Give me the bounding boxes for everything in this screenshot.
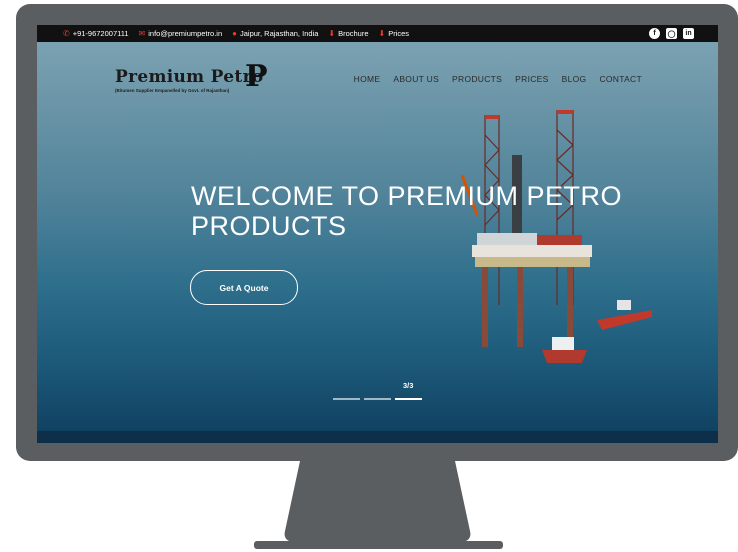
nav-prices[interactable]: PRICES	[515, 74, 548, 84]
map-pin-icon: ●	[232, 29, 237, 38]
email-address: info@premiumpetro.in	[148, 29, 223, 38]
slider-indicators	[333, 398, 422, 400]
brochure-label: Brochure	[338, 29, 369, 38]
get-a-quote-button[interactable]: Get A Quote	[190, 270, 298, 305]
prices-label: Prices	[388, 29, 410, 38]
location-text: Jaipur, Rajasthan, India	[239, 29, 319, 38]
monitor-base	[254, 541, 503, 549]
slide-indicator-1[interactable]	[333, 398, 360, 400]
hero-headline: WELCOME TO PREMIUM PETRO PRODUCTS	[191, 181, 623, 241]
location-info: ● Jaipur, Rajasthan, India	[232, 29, 318, 38]
monitor-stand	[284, 461, 471, 543]
phone-icon: ✆	[63, 29, 70, 38]
site-logo[interactable]: Premium Petro (Bitumen Supplier Empanell…	[115, 59, 268, 94]
phone-number: +91-9672007111	[72, 29, 129, 38]
nav-about-us[interactable]: ABOUT US	[393, 74, 439, 84]
brochure-link[interactable]: ⬇ Brochure	[328, 29, 368, 38]
website-screen: ✆ +91-9672007111 ✉ info@premiumpetro.in …	[37, 25, 718, 443]
logo-tagline: (Bitumen Supplier Empanelled by Govt. of…	[115, 88, 230, 93]
download-icon: ⬇	[378, 29, 386, 38]
email-contact[interactable]: ✉ info@premiumpetro.in	[139, 29, 223, 38]
instagram-icon[interactable]: ◯	[666, 28, 677, 39]
linkedin-icon[interactable]: in	[683, 28, 694, 39]
nav-products[interactable]: PRODUCTS	[452, 74, 502, 84]
slide-counter: 3/3	[403, 381, 414, 390]
nav-contact[interactable]: CONTACT	[599, 74, 642, 84]
facebook-icon[interactable]: f	[649, 28, 660, 39]
slide-indicator-3[interactable]	[395, 398, 422, 400]
slide-indicator-2[interactable]	[364, 398, 391, 400]
social-links: f ◯ in	[649, 28, 694, 39]
logo-mark: P	[245, 59, 268, 94]
main-navigation: HOME ABOUT US PRODUCTS PRICES BLOG CONTA…	[354, 74, 642, 84]
prices-link[interactable]: ⬇ Prices	[379, 29, 410, 38]
nav-blog[interactable]: BLOG	[562, 74, 587, 84]
top-contact-bar: ✆ +91-9672007111 ✉ info@premiumpetro.in …	[37, 25, 718, 42]
mail-icon: ✉	[138, 29, 146, 38]
download-icon: ⬇	[328, 29, 336, 38]
logo-name: Premium Petro	[115, 67, 264, 87]
phone-contact[interactable]: ✆ +91-9672007111	[63, 29, 129, 38]
nav-home[interactable]: HOME	[354, 74, 381, 84]
